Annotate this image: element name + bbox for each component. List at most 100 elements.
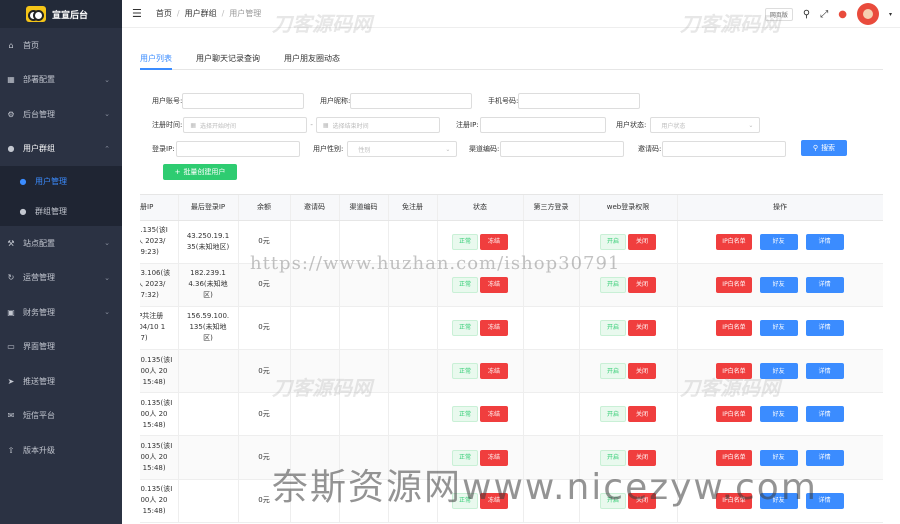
- web-open-button[interactable]: 开启: [599, 492, 626, 509]
- sidebar-item-0[interactable]: ⌂ 首页: [0, 28, 122, 63]
- login-ip-input[interactable]: [175, 141, 300, 157]
- sidebar-item-label: 部署配置: [23, 75, 55, 85]
- status-normal-button[interactable]: 正常: [451, 492, 478, 509]
- detail-button[interactable]: 详情: [805, 319, 844, 336]
- web-close-button[interactable]: 关闭: [628, 363, 657, 380]
- web-open-button[interactable]: 开启: [599, 449, 626, 466]
- detail-button[interactable]: 详情: [805, 406, 844, 423]
- chevron-down-icon: ⌄: [104, 239, 110, 248]
- detail-button[interactable]: 详情: [805, 233, 844, 250]
- tab-user-list[interactable]: 用户列表: [140, 48, 172, 70]
- friends-button[interactable]: 好友: [759, 449, 798, 466]
- reg-ip-input[interactable]: [479, 117, 606, 133]
- friends-button[interactable]: 好友: [759, 363, 798, 380]
- sidebar-item-7[interactable]: ↻ 运营管理 ⌄: [0, 261, 122, 296]
- web-close-button[interactable]: 关闭: [628, 276, 657, 293]
- sidebar-item-11[interactable]: ✉ 短信平台: [0, 399, 122, 434]
- detail-button[interactable]: 详情: [805, 492, 844, 509]
- tab-chat-records[interactable]: 用户聊天记录查询: [196, 48, 260, 70]
- account-input[interactable]: [182, 93, 305, 109]
- status-freeze-button[interactable]: 冻结: [480, 319, 509, 336]
- third-party-cell: [523, 306, 580, 351]
- friends-button[interactable]: 好友: [759, 492, 798, 509]
- phone-input[interactable]: [518, 93, 641, 109]
- ip-whitelist-button[interactable]: IP白名单: [716, 363, 752, 380]
- avatar[interactable]: [856, 3, 879, 25]
- menu-toggle-icon[interactable]: ☰: [132, 7, 142, 20]
- fullscreen-icon[interactable]: ⤢: [820, 9, 828, 20]
- no-register-cell: [388, 479, 438, 523]
- ip-whitelist-button[interactable]: IP白名单: [716, 233, 752, 250]
- tab-moments[interactable]: 用户朋友圈动态: [284, 48, 340, 70]
- balance-cell: 0元: [258, 496, 270, 505]
- status-freeze-button[interactable]: 冻结: [480, 406, 509, 423]
- no-register-cell: [388, 263, 438, 307]
- friends-button[interactable]: 好友: [759, 319, 798, 336]
- detail-button[interactable]: 详情: [805, 449, 844, 466]
- sidebar-item-1[interactable]: ▦ 部署配置 ⌄: [0, 63, 122, 98]
- ip-whitelist-button[interactable]: IP白名单: [716, 406, 752, 423]
- channel-cell: [339, 220, 389, 264]
- sidebar-item-6[interactable]: ⚒ 站点配置 ⌄: [0, 226, 122, 261]
- ip-whitelist-button[interactable]: IP白名单: [716, 449, 752, 466]
- col-reg-ip: 册IP: [140, 195, 179, 221]
- web-close-button[interactable]: 关闭: [628, 406, 657, 423]
- status-select[interactable]: 用户状态 ⌄: [650, 117, 761, 133]
- web-close-button[interactable]: 关闭: [628, 233, 657, 250]
- balance-cell: 0元: [258, 366, 270, 375]
- detail-button[interactable]: 详情: [805, 276, 844, 293]
- friends-button[interactable]: 好友: [759, 276, 798, 293]
- channel-input[interactable]: [500, 141, 625, 157]
- sidebar-item-12[interactable]: ⇧ 版本升级: [0, 433, 122, 468]
- gender-select[interactable]: 性别 ⌄: [347, 141, 458, 157]
- chevron-down-icon[interactable]: ▾: [889, 11, 892, 18]
- sidebar-item-4[interactable]: ● 用户管理: [0, 166, 122, 196]
- status-freeze-button[interactable]: 冻结: [480, 233, 509, 250]
- status-freeze-button[interactable]: 冻结: [480, 492, 509, 509]
- web-version-button[interactable]: 网页版: [764, 7, 793, 21]
- status-normal-button[interactable]: 正常: [451, 319, 478, 336]
- batch-create-button[interactable]: + 批量创建用户: [163, 164, 237, 180]
- sidebar-item-9[interactable]: ▭ 界面管理: [0, 330, 122, 365]
- nickname-input[interactable]: [350, 93, 473, 109]
- status-normal-button[interactable]: 正常: [451, 276, 478, 293]
- ip-whitelist-button[interactable]: IP白名单: [716, 492, 752, 509]
- web-close-button[interactable]: 关闭: [628, 449, 657, 466]
- sidebar-item-8[interactable]: ▣ 财务管理 ⌄: [0, 295, 122, 330]
- detail-button[interactable]: 详情: [805, 363, 844, 380]
- ip-whitelist-button[interactable]: IP白名单: [716, 276, 752, 293]
- breadcrumb-group[interactable]: 用户群组: [185, 8, 217, 19]
- third-party-cell: [523, 392, 580, 437]
- money-bag-icon[interactable]: ●: [838, 9, 847, 20]
- search-button[interactable]: ⚲ 搜索: [801, 140, 847, 156]
- web-open-button[interactable]: 开启: [599, 233, 626, 250]
- web-open-button[interactable]: 开启: [599, 406, 626, 423]
- web-open-button[interactable]: 开启: [599, 319, 626, 336]
- sidebar-item-3[interactable]: ● 用户群组 ⌃: [0, 132, 122, 167]
- ip-whitelist-button[interactable]: IP白名单: [716, 319, 752, 336]
- start-date-input[interactable]: ▦ 选择开始时间: [183, 117, 308, 133]
- status-freeze-button[interactable]: 冻结: [480, 449, 509, 466]
- web-close-button[interactable]: 关闭: [628, 319, 657, 336]
- web-open-button[interactable]: 开启: [599, 363, 626, 380]
- search-icon[interactable]: ⚲: [803, 9, 810, 20]
- status-normal-button[interactable]: 正常: [451, 363, 478, 380]
- sidebar-item-2[interactable]: ⚙ 后台管理 ⌄: [0, 97, 122, 132]
- friends-button[interactable]: 好友: [759, 233, 798, 250]
- status-freeze-button[interactable]: 冻结: [480, 363, 509, 380]
- invite-input[interactable]: [662, 141, 787, 157]
- web-close-button[interactable]: 关闭: [628, 492, 657, 509]
- web-open-button[interactable]: 开启: [599, 276, 626, 293]
- status-normal-button[interactable]: 正常: [451, 233, 478, 250]
- friends-button[interactable]: 好友: [759, 406, 798, 423]
- sidebar-item-5[interactable]: ● 群组管理: [0, 196, 122, 226]
- app-logo[interactable]: 宣宣后台: [0, 0, 122, 28]
- status-normal-button[interactable]: 正常: [451, 406, 478, 423]
- sidebar-item-10[interactable]: ➤ 推送管理: [0, 364, 122, 399]
- status-freeze-button[interactable]: 冻结: [480, 276, 509, 293]
- breadcrumb-home[interactable]: 首页: [156, 8, 172, 19]
- end-date-input[interactable]: ▦ 选择结束时间: [315, 117, 440, 133]
- status-normal-button[interactable]: 正常: [451, 449, 478, 466]
- main-content: 用户列表 用户聊天记录查询 用户朋友圈动态 用户账号: 用户昵称: 手机号码: …: [122, 28, 900, 524]
- table-row: 30.135(该I 000人 20 0 15:48) 0元 正常冻结 开启关闭 IP白名…: [140, 349, 883, 394]
